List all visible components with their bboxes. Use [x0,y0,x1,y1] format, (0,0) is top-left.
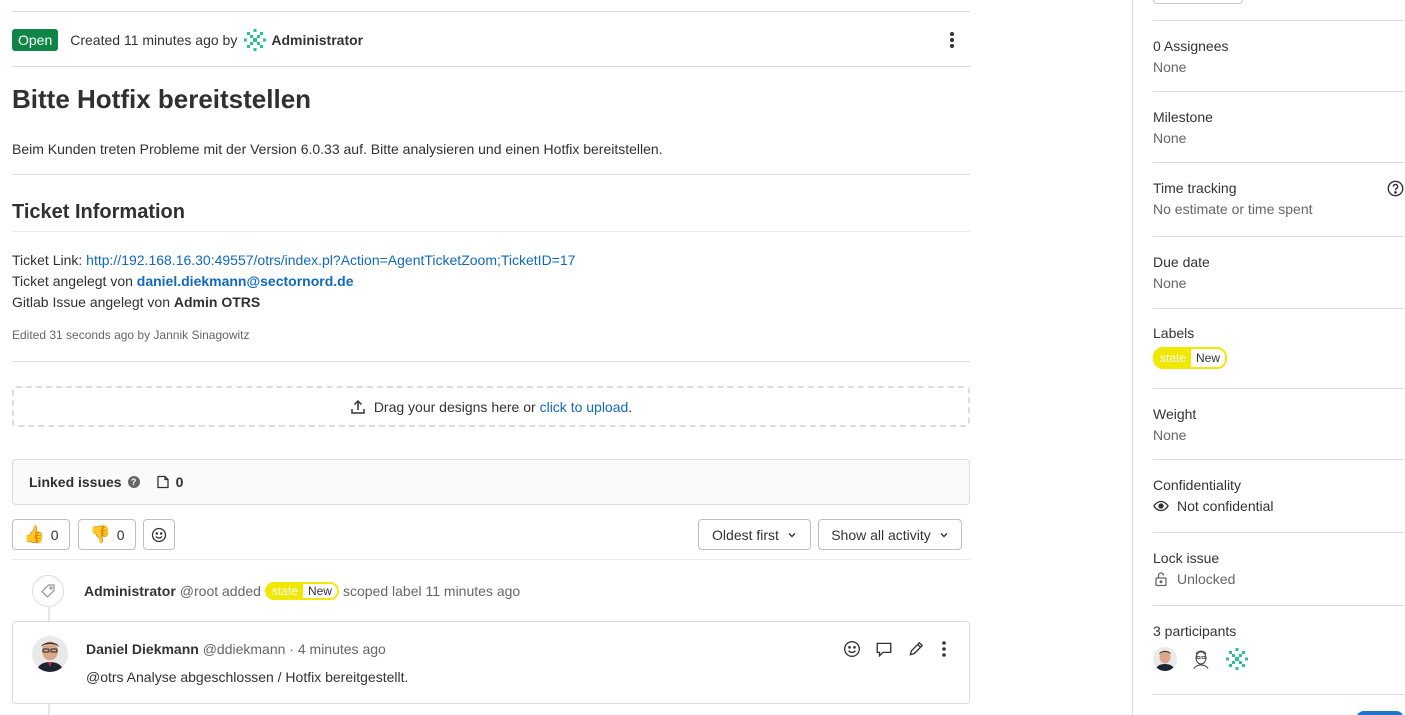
assignees-title: 0 Assignees [1153,38,1229,54]
avatar[interactable] [1153,647,1177,671]
participants-title: 3 participants [1153,623,1237,639]
issues-icon [156,475,169,489]
avatar[interactable] [1189,647,1213,671]
assignees-value: None [1153,59,1187,75]
ticket-link-line: Ticket Link: http://192.168.16.30:49557/… [12,252,576,268]
issue-sidebar: 0 Assignees None Milestone None Time tra… [1132,0,1405,715]
assignees-block: 0 Assignees None [1153,38,1404,92]
created-by-line: Ticket angelegt von daniel.diekmann@sect… [12,273,354,289]
activity-filter-dropdown[interactable]: Show all activity [818,519,962,550]
confidentiality-title: Confidentiality [1153,477,1241,493]
notifications-toggle[interactable] [1356,711,1404,715]
linked-issues-label: Linked issues [29,474,122,490]
weight-title: Weight [1153,406,1197,422]
lock-title: Lock issue [1153,550,1220,566]
ticket-info: Ticket Link: http://192.168.16.30:49557/… [12,250,575,313]
section-heading: Ticket Information [12,201,185,223]
thumbs-down-icon: 👎 [89,524,111,544]
upload-icon [351,399,365,414]
smiley-icon[interactable] [843,640,861,658]
labels-block: Labels state New [1153,325,1404,389]
gitlab-line: Gitlab Issue angelegt von Admin OTRS [12,294,261,310]
status-badge: Open [12,29,59,51]
divider [12,559,970,560]
design-dropzone[interactable]: Drag your designs here or click to uploa… [12,386,970,427]
avatar[interactable] [1225,647,1249,671]
edited-text: Edited 31 seconds ago by Jannik Sinagowi… [12,328,250,342]
label-event-icon [32,575,64,607]
divider [12,231,970,232]
due-date-value: None [1153,275,1187,291]
more-actions-icon[interactable] [944,30,960,53]
more-actions-icon[interactable] [939,640,949,658]
comment-meta: @ddiekmann · 4 minutes ago [202,641,386,657]
issue-title: Bitte Hotfix bereitstellen [12,84,312,114]
author-link[interactable]: Administrator [243,28,363,52]
confidentiality-block: Confidentiality Not confidential [1153,477,1404,533]
milestone-title: Milestone [1153,109,1213,125]
activity-suffix: scoped label 11 minutes ago [342,583,521,599]
help-icon[interactable]: ? [127,476,140,488]
linked-count: 0 [156,474,183,490]
gitlab-user: Admin OTRS [173,294,261,310]
lock-block: Lock issue Unlocked [1153,550,1404,606]
participant-avatars [1153,647,1404,671]
reply-icon[interactable] [875,640,893,658]
created-text: Created 11 minutes ago by [70,32,238,48]
issue-header: Open Created 11 minutes ago by Administr… [12,28,970,52]
comment-author[interactable]: Daniel Diekmann [86,641,199,657]
ticket-link[interactable]: http://192.168.16.30:49557/otrs/index.pl… [86,252,575,268]
chevron-down-icon [940,532,948,537]
time-tracking-block: Time tracking No estimate or time spent [1153,180,1404,237]
lock-value: Unlocked [1153,571,1404,587]
participants-block: 3 participants [1153,623,1404,695]
milestone-value: None [1153,130,1187,146]
comment-header: Daniel Diekmann @ddiekmann · 4 minutes a… [86,641,386,657]
divider [12,174,970,175]
click-to-upload-link[interactable]: click to upload [540,399,629,415]
comment-card: Daniel Diekmann @ddiekmann · 4 minutes a… [12,621,970,704]
activity-user[interactable]: Administrator [84,583,176,599]
creator-email-link[interactable]: daniel.diekmann@sectornord.de [137,273,354,289]
scoped-label[interactable]: state New [1153,347,1228,369]
issue-description: Beim Kunden treten Probleme mit der Vers… [12,141,663,157]
chevron-down-icon [788,532,796,537]
weight-value: None [1153,427,1187,443]
weight-block: Weight None [1153,406,1404,460]
divider [12,66,970,67]
unlock-icon [1155,572,1167,587]
add-reaction-button[interactable] [143,519,175,550]
activity-handle: @root added [179,583,261,599]
labels-title: Labels [1153,325,1195,341]
confidentiality-value: Not confidential [1153,498,1404,514]
smiley-icon [151,527,167,542]
sidebar-top-divider [1153,0,1404,21]
milestone-block: Milestone None [1153,109,1404,163]
eye-icon [1153,500,1169,512]
author-name: Administrator [271,32,364,48]
due-date-block: Due date None [1153,254,1404,309]
thumbs-down-button[interactable]: 👎 0 [78,519,136,550]
help-circle-icon[interactable] [1387,180,1404,197]
sort-order-dropdown[interactable]: Oldest first [698,519,811,550]
thumbs-up-icon: 👍 [23,524,45,544]
linked-issues-bar: Linked issues ? 0 [12,459,970,505]
due-date-title: Due date [1153,254,1210,270]
divider [12,361,970,362]
scoped-label[interactable]: state New [264,582,339,600]
top-divider [12,11,970,12]
edit-icon[interactable] [907,640,925,658]
time-tracking-title: Time tracking [1153,180,1237,196]
label-activity: Administrator @root added state New scope… [84,582,520,600]
avatar[interactable] [32,636,68,672]
author-avatar-icon [244,29,267,51]
thumbs-up-button[interactable]: 👍 0 [12,519,70,550]
comment-actions [843,640,949,658]
comment-body: @otrs Analyse abgeschlossen / Hotfix ber… [86,669,409,685]
time-tracking-value: No estimate or time spent [1153,201,1313,217]
